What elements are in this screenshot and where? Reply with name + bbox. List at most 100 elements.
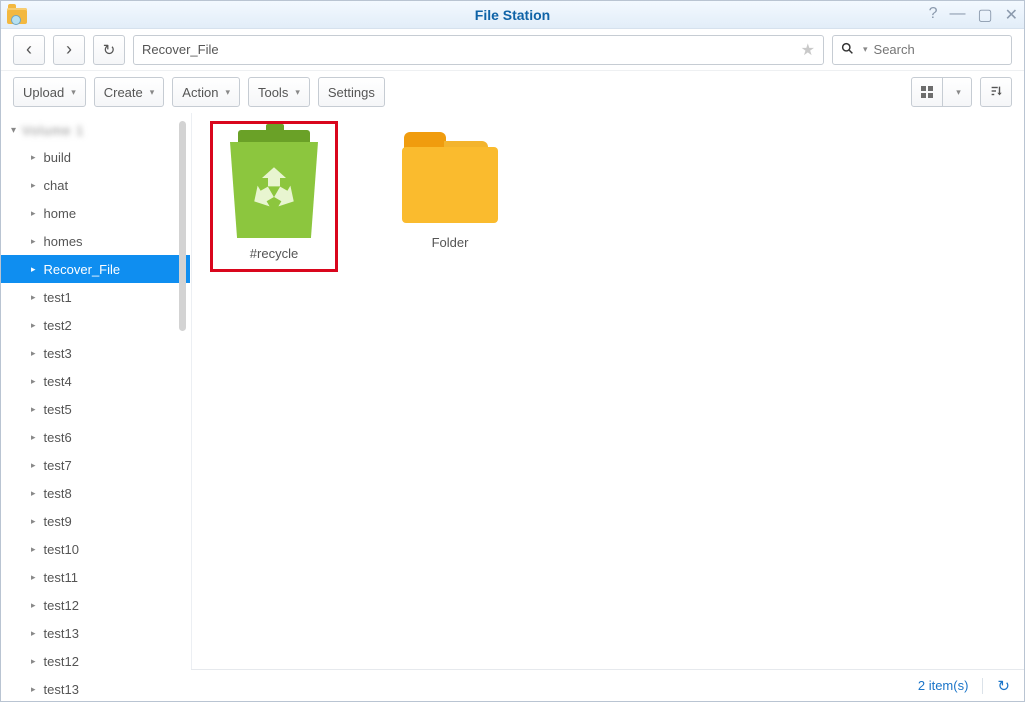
sidebar-item-label: test6 [44,430,72,445]
caret-right-icon: ▸ [31,544,36,555]
sidebar-item-label: chat [44,178,69,193]
caret-right-icon: ▸ [31,432,36,443]
content: #recycle Folder 2 item(s) ↻ [191,113,1024,701]
sidebar-items: ▸build▸chat▸home▸homes▸Recover_File▸test… [1,143,190,701]
sidebar-item-test12[interactable]: ▸ test12 [1,647,190,675]
sidebar-root-label: Volume 1 [22,123,84,138]
sidebar-item-chat[interactable]: ▸ chat [1,171,190,199]
caret-right-icon: ▸ [31,684,36,695]
file-label: #recycle [219,246,329,261]
minimize-icon[interactable]: — [949,5,965,25]
sidebar-item-test4[interactable]: ▸test4 [1,367,190,395]
file-item-recycle[interactable]: #recycle [210,127,338,272]
sidebar-item-test9[interactable]: ▸ test9 [1,507,190,535]
search-input[interactable] [874,42,1003,57]
caret-right-icon: ▸ [31,656,36,667]
caret-right-icon: ▸ [31,292,36,303]
caret-right-icon: ▸ [31,348,36,359]
sidebar-item-label: test13 [44,626,79,641]
view-mode-dropdown[interactable]: ▾ [942,77,972,107]
file-label: Folder [386,235,514,250]
caret-down-icon: ▾ [150,87,155,98]
sidebar-item-label: test12 [44,654,79,669]
sidebar-item-test10[interactable]: ▸ test10 [1,535,190,563]
upload-button[interactable]: Upload ▾ [13,77,86,107]
chevron-left-icon: ‹ [26,39,32,60]
sidebar-item-build[interactable]: ▸build [1,143,190,171]
caret-right-icon: ▸ [31,152,36,163]
sidebar-item-test5[interactable]: ▸ test5 [1,395,190,423]
caret-right-icon: ▸ [31,208,36,219]
caret-right-icon: ▸ [31,516,36,527]
sidebar-item-home[interactable]: ▸ home [1,199,190,227]
caret-down-icon: ▾ [71,87,76,98]
sidebar-item-label: test13 [44,682,79,697]
sidebar-item-test6[interactable]: ▸ test6 [1,423,190,451]
app-icon [7,6,27,24]
search-box[interactable]: ▾ [832,35,1012,65]
window-title: File Station [1,7,1024,23]
sidebar-item-homes[interactable]: ▸ homes [1,227,190,255]
settings-label: Settings [328,85,375,100]
reload-button[interactable]: ↻ [93,35,125,65]
sidebar-item-label: home [44,206,77,221]
sidebar-item-test12[interactable]: ▸ test12 [1,591,190,619]
scrollbar-thumb[interactable] [179,121,186,331]
chevron-right-icon: › [66,39,72,60]
caret-down-icon: ▾ [956,87,961,98]
sidebar-item-test13[interactable]: ▸ test13 [1,619,190,647]
view-mode-group: ▾ [911,77,972,107]
reload-icon: ↻ [103,41,116,59]
sidebar-item-test13[interactable]: ▸ test13 [1,675,190,701]
caret-right-icon: ▸ [31,236,36,247]
sidebar-item-test3[interactable]: ▸test3 [1,339,190,367]
back-button[interactable]: ‹ [13,35,45,65]
sidebar-item-test1[interactable]: ▸test1 [1,283,190,311]
caret-right-icon: ▸ [31,404,36,415]
sidebar-item-test11[interactable]: ▸test11 [1,563,190,591]
sidebar-item-test7[interactable]: ▸test7 [1,451,190,479]
file-item-folder[interactable]: Folder [386,127,514,250]
tools-button[interactable]: Tools ▾ [248,77,310,107]
grid-icon [921,86,933,98]
sidebar-item-recover_file[interactable]: ▸ Recover_File [1,255,190,283]
refresh-icon[interactable]: ↻ [997,677,1010,695]
path-input[interactable]: Recover_File ★ [133,35,824,65]
upload-label: Upload [23,85,64,100]
tools-label: Tools [258,85,288,100]
highlight-box: #recycle [210,121,338,272]
sidebar-item-test2[interactable]: ▸test2 [1,311,190,339]
search-options-caret-icon[interactable]: ▾ [863,44,868,55]
create-button[interactable]: Create ▾ [94,77,165,107]
recycle-bin-icon [224,130,324,238]
divider [982,678,983,694]
sidebar-item-label: homes [44,234,83,249]
action-button[interactable]: Action ▾ [172,77,240,107]
sidebar-item-label: test12 [44,598,79,613]
action-toolbar: Upload ▾ Create ▾ Action ▾ Tools ▾ Setti… [1,71,1024,113]
grid-view-button[interactable] [911,77,943,107]
caret-right-icon: ▸ [31,264,36,275]
caret-right-icon: ▸ [31,600,36,611]
close-icon[interactable]: ✕ [1005,5,1018,25]
path-text: Recover_File [142,42,219,57]
sidebar-item-label: test9 [44,514,72,529]
sort-button[interactable] [980,77,1012,107]
sidebar-root[interactable]: ▾ Volume 1 [1,117,190,143]
window-controls: ? — ▢ ✕ [929,5,1018,25]
caret-right-icon: ▸ [31,628,36,639]
caret-right-icon: ▸ [31,180,36,191]
maximize-icon[interactable]: ▢ [977,5,992,25]
sidebar-item-label: test10 [44,542,79,557]
help-icon[interactable]: ? [929,5,938,25]
settings-button[interactable]: Settings [318,77,385,107]
sidebar-item-label: test5 [44,402,72,417]
favorite-star-icon[interactable]: ★ [801,40,815,60]
titlebar: File Station ? — ▢ ✕ [1,1,1024,29]
item-count: 2 item(s) [918,678,969,693]
caret-down-icon: ▾ [295,87,300,98]
sidebar-item-label: Recover_File [44,262,121,277]
sidebar-item-test8[interactable]: ▸test8 [1,479,190,507]
action-label: Action [182,85,218,100]
forward-button[interactable]: › [53,35,85,65]
